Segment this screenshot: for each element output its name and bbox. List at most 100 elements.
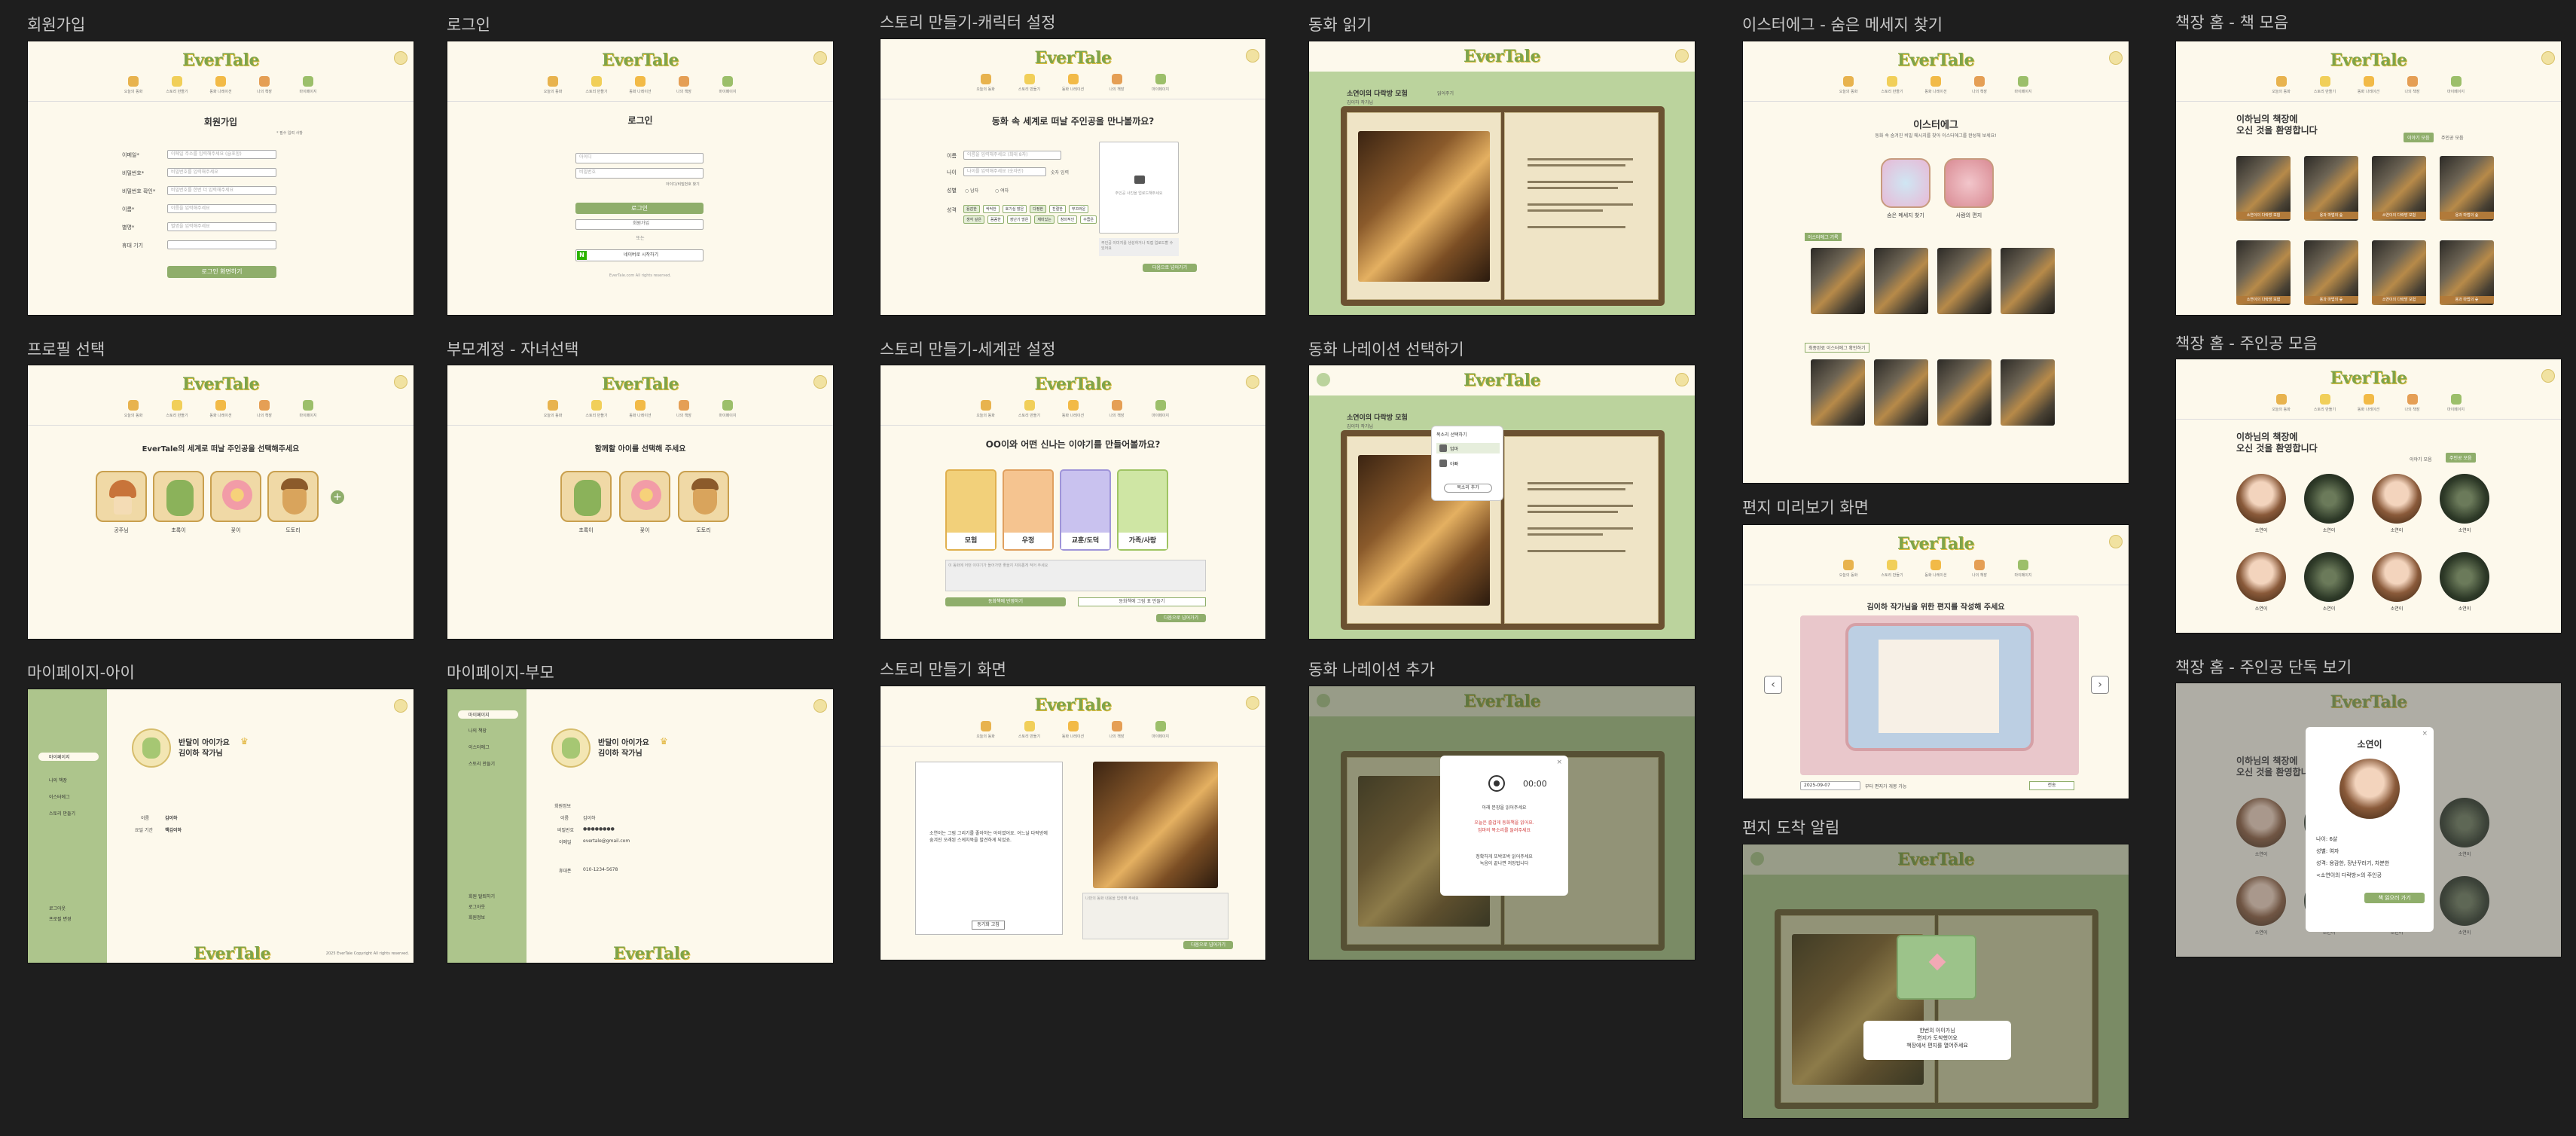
tab-characters[interactable]: 주인공 모음 (2441, 134, 2464, 141)
profile-icon[interactable] (1246, 696, 1259, 710)
nav-item[interactable]: 마이페이지 (293, 400, 323, 425)
nav-item[interactable]: 오늘의 동화 (538, 400, 568, 425)
nav-item[interactable]: 오늘의 동화 (2266, 394, 2297, 419)
book-cover[interactable] (1937, 359, 1992, 426)
trait-chip[interactable]: 부끄러운 (1068, 205, 1089, 213)
password-field[interactable]: 비밀번호를 입력해주세요 (167, 168, 276, 177)
read-aloud-button[interactable]: 읽어주기 (1437, 90, 1454, 96)
child-card-cactus[interactable] (560, 471, 612, 522)
logo[interactable]: EverTale (182, 50, 260, 70)
logo[interactable]: EverTale (182, 374, 260, 394)
logo[interactable]: EverTale (1463, 47, 1541, 66)
tab-easter-record[interactable]: 이스터에그 기록 (1805, 233, 1842, 241)
nav-item[interactable]: 나의 책장 (669, 400, 699, 425)
fix-button[interactable]: 동기화 고침 (972, 921, 1005, 930)
nav-item[interactable]: 동화 나레이션 (1921, 560, 1951, 585)
book-cover[interactable] (2001, 359, 2055, 426)
naver-login-button[interactable]: N 네이버로 시작하기 (575, 249, 704, 261)
nav-item[interactable]: 나의 책장 (1964, 76, 1995, 101)
nav-item[interactable]: 스토리 만들기 (581, 400, 612, 425)
nav-item[interactable]: 나의 책장 (1102, 400, 1132, 425)
nav-item[interactable]: 동화 나레이션 (2354, 76, 2384, 101)
trait-chip[interactable]: 수줍은 (1080, 215, 1097, 224)
prev-arrow-icon[interactable]: ‹ (1764, 676, 1782, 694)
profile-icon[interactable] (394, 51, 407, 65)
close-icon[interactable]: × (1556, 759, 1562, 766)
profile-icon[interactable] (1675, 49, 1689, 63)
avatar[interactable] (551, 728, 591, 768)
logo[interactable]: EverTale (602, 50, 679, 70)
nav-item[interactable]: 스토리 만들기 (1015, 721, 1045, 746)
nav-item[interactable]: 동화 나레이션 (1921, 76, 1951, 101)
nav-item[interactable]: 동화 나레이션 (1058, 74, 1088, 99)
nav-item[interactable]: 나의 책장 (2397, 76, 2428, 101)
theme-card-family[interactable]: 가족/사랑 (1117, 469, 1168, 551)
nav-item[interactable]: 마이페이지 (1146, 74, 1176, 99)
next-button[interactable]: 다음으로 넘어가기 (1183, 941, 1233, 949)
member-info-link[interactable]: 회원정보 (469, 914, 485, 921)
character-portrait-dragon[interactable] (2440, 474, 2489, 524)
sidebar-item-story[interactable]: 스토리 만들기 (469, 760, 495, 767)
logout-link[interactable]: 로그아웃 (49, 905, 66, 912)
name-field[interactable]: 이름을 입력해주세요 (최대 8자) (963, 151, 1061, 160)
find-account-link[interactable]: 아이디/비밀번호 찾기 (666, 182, 700, 187)
character-portrait-dragon[interactable] (2304, 474, 2354, 524)
sidebar-item-easter[interactable]: 이스터에그 (49, 793, 70, 800)
profile-icon[interactable] (394, 375, 407, 389)
logo[interactable]: EverTale (2330, 50, 2407, 70)
logo[interactable]: EverTale (602, 374, 679, 394)
profile-card-acorn[interactable] (267, 471, 319, 522)
logo[interactable]: EverTale (1034, 374, 1112, 394)
nav-item[interactable]: 오늘의 동화 (971, 74, 1001, 99)
trait-chip[interactable]: 창의적인 (1057, 215, 1078, 224)
nav-item[interactable]: 나의 책장 (2397, 394, 2428, 419)
next-button[interactable]: 다음으로 넘어가기 (1156, 614, 1206, 622)
close-icon[interactable]: × (2422, 730, 2428, 737)
nav-item[interactable]: 마이페이지 (713, 400, 743, 425)
password-confirm-field[interactable]: 비밀번호를 한번 더 입력해주세요 (167, 186, 276, 195)
child-card-flower[interactable] (619, 471, 670, 522)
character-portrait-girl[interactable] (2236, 474, 2286, 524)
trait-chip[interactable]: 씩씩한 (982, 205, 1000, 213)
record-icon[interactable] (1488, 775, 1505, 792)
nav-item[interactable]: 마이페이지 (2008, 76, 2038, 101)
nav-item[interactable]: 동화 나레이션 (1058, 400, 1088, 425)
profile-icon[interactable] (2109, 535, 2123, 548)
gender-radio-male[interactable]: ○ 남자 (965, 187, 978, 194)
nav-item[interactable]: 오늘의 동화 (1833, 560, 1863, 585)
nav-item[interactable]: 나의 책장 (249, 76, 279, 101)
apply-story-button[interactable]: 동화책에 반영하기 (945, 597, 1066, 606)
theme-card-lesson[interactable]: 교훈/도덕 (1060, 469, 1111, 551)
nav-item[interactable]: 오늘의 동화 (2266, 76, 2297, 101)
egg-icon[interactable] (1881, 158, 1930, 208)
logo[interactable]: EverTale (1897, 50, 1975, 70)
child-card-acorn[interactable] (678, 471, 729, 522)
trait-chip[interactable]: 생각 깊은 (963, 215, 984, 224)
story-input[interactable]: 나만의 동화 내용을 입력해 주세요 (1082, 893, 1228, 939)
nav-item[interactable]: 마이페이지 (1146, 721, 1176, 746)
profile-icon[interactable] (2109, 51, 2123, 65)
logout-link[interactable]: 로그아웃 (469, 903, 485, 910)
trait-chip[interactable]: 친절한 (1049, 205, 1066, 213)
age-field[interactable]: 나이를 입력해주세요 (숫자만) (963, 167, 1046, 176)
voice-option-dad[interactable]: 아빠 (1436, 458, 1500, 469)
password-field[interactable]: 비밀번호 (575, 168, 704, 179)
withdraw-link[interactable]: 회원 탈퇴하기 (469, 893, 495, 899)
device-field[interactable] (167, 240, 276, 249)
nav-item[interactable]: 오늘의 동화 (1833, 76, 1863, 101)
trait-chip[interactable]: 다정한 (1030, 205, 1047, 213)
make-picture-button[interactable]: 동화책에 그림 표 만들기 (1078, 597, 1206, 606)
nav-item[interactable]: 스토리 만들기 (162, 400, 192, 425)
nav-item[interactable]: 나의 책장 (669, 76, 699, 101)
profile-icon[interactable] (1246, 375, 1259, 389)
story-idea-input[interactable]: 이 동화에 어떤 이야기가 들어가면 좋을지 자유롭게 적어 주세요 (945, 560, 1206, 591)
nav-item[interactable]: 스토리 만들기 (2310, 394, 2340, 419)
nav-item[interactable]: 마이페이지 (1146, 400, 1176, 425)
nav-item[interactable]: 오늘의 동화 (971, 400, 1001, 425)
nav-item[interactable]: 동화 나레이션 (2354, 394, 2384, 419)
tab-easter-final[interactable]: 최종완료 이스터에그 확인하기 (1805, 343, 1869, 353)
book-cover[interactable] (1937, 248, 1992, 314)
nav-item[interactable]: 마이페이지 (293, 76, 323, 101)
nav-item[interactable]: 나의 책장 (1964, 560, 1995, 585)
name-field[interactable]: 이름을 입력해주세요 (167, 204, 276, 213)
